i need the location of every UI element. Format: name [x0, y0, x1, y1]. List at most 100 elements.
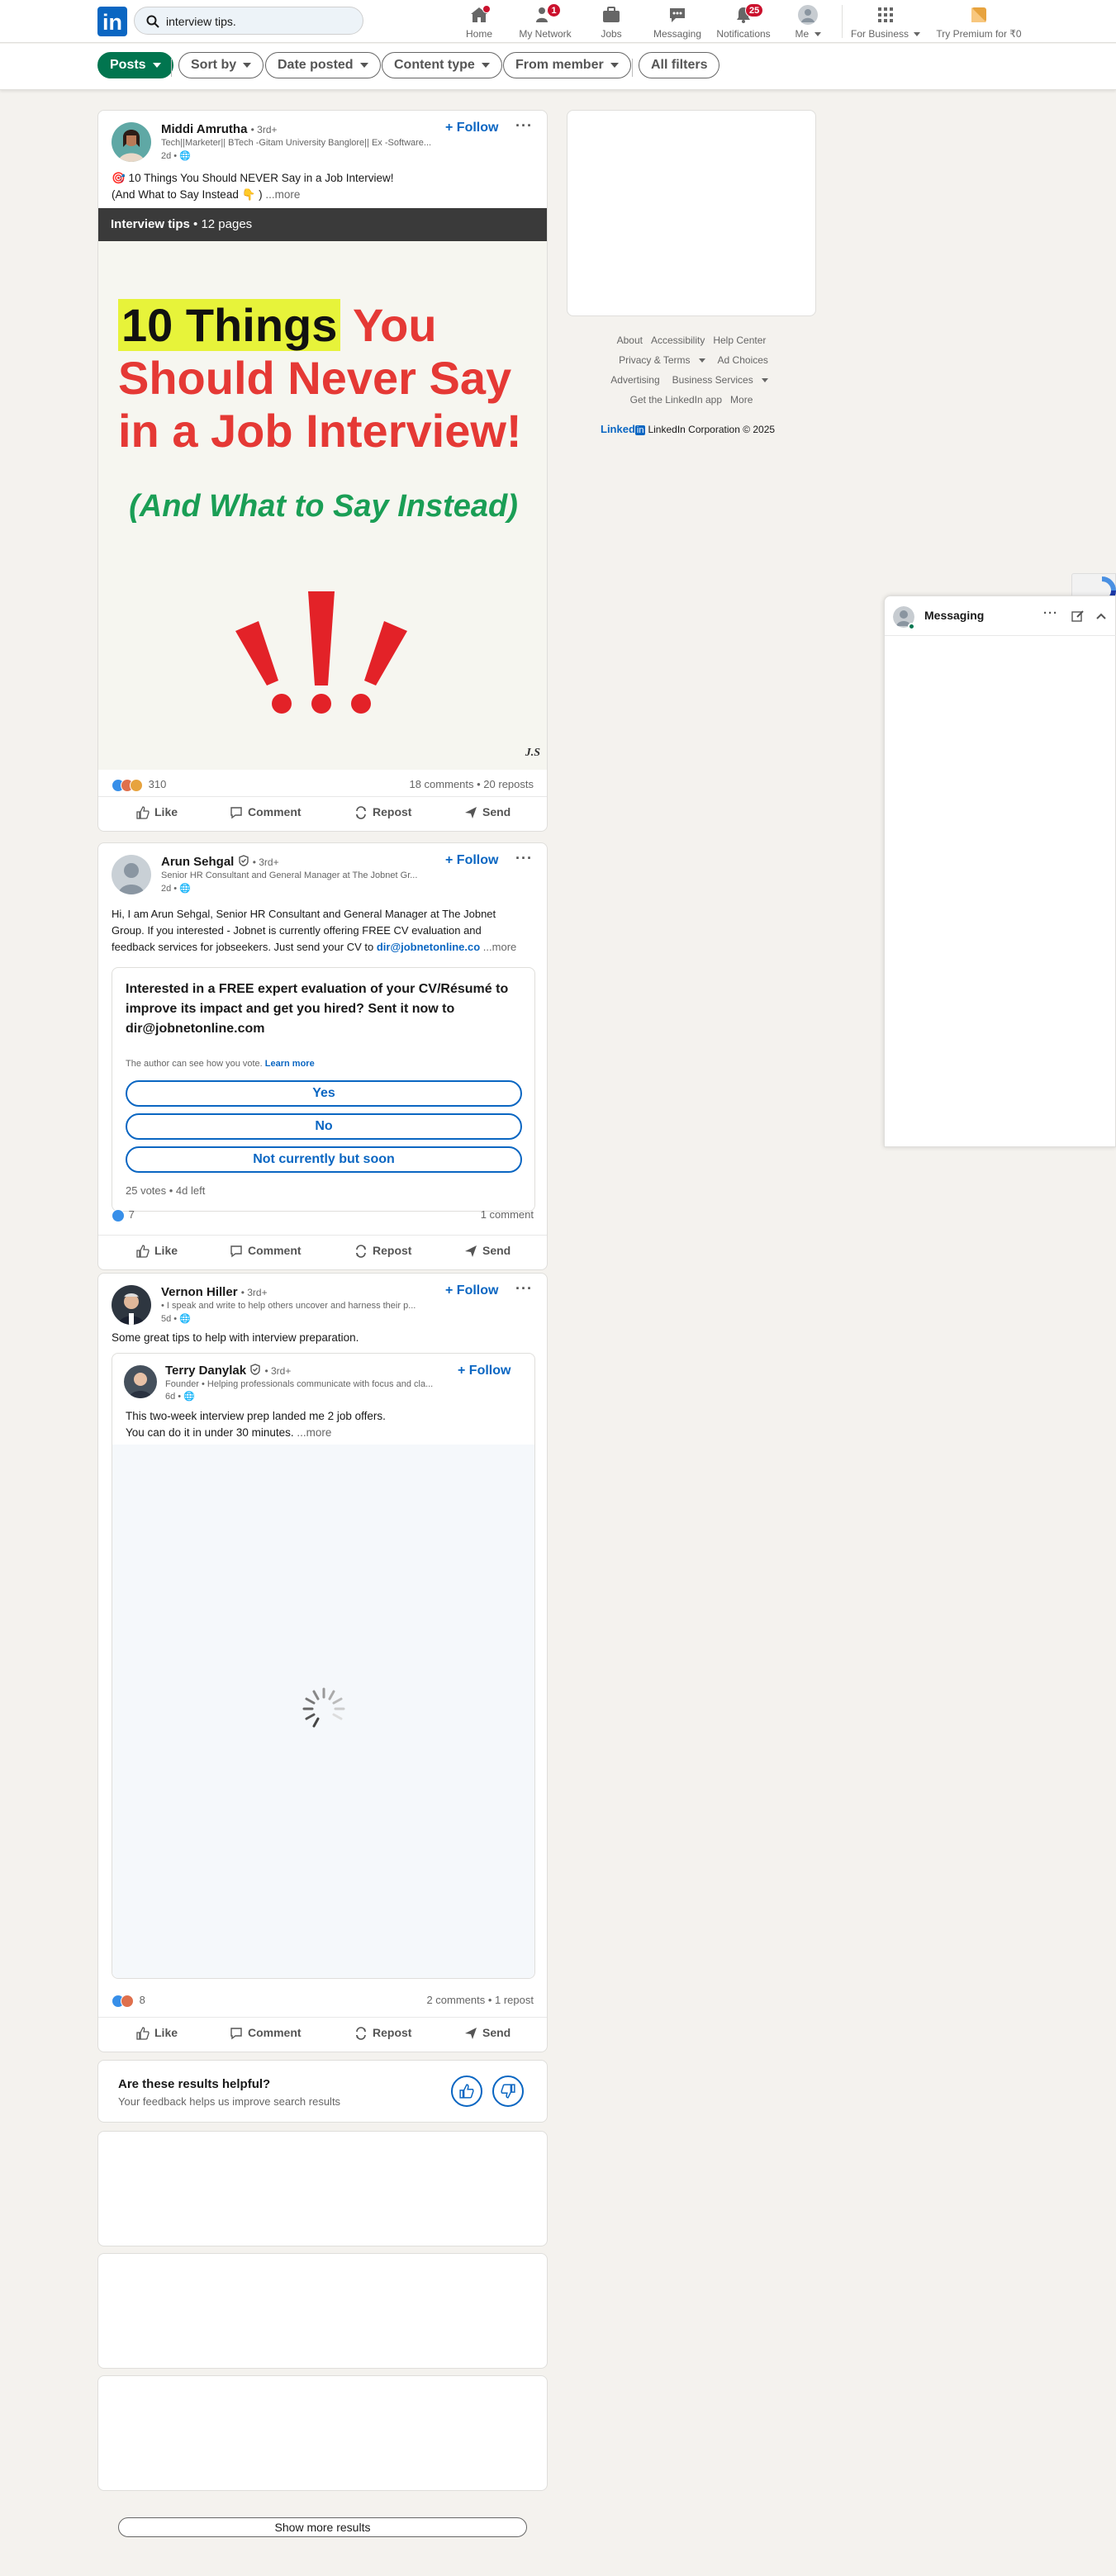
nav-for-business[interactable]: For Business	[851, 3, 921, 40]
repost-button[interactable]: Repost	[354, 805, 411, 820]
author-avatar[interactable]	[112, 1285, 151, 1325]
see-more-link[interactable]: ...more	[265, 188, 300, 201]
footer-link[interactable]: Help Center	[713, 334, 766, 346]
filter-all-filters[interactable]: All filters	[639, 52, 720, 78]
follow-button[interactable]: + Follow	[445, 121, 498, 135]
poll-option[interactable]: Yes	[126, 1080, 522, 1107]
connection-degree: • 3rd+	[250, 124, 278, 135]
reaction-count[interactable]: 310	[149, 778, 167, 790]
reshared-post[interactable]: Terry Danylak • 3rd+ Founder • Helping p…	[112, 1353, 535, 1979]
nav-messaging[interactable]: Messaging	[653, 3, 702, 40]
more-options-icon[interactable]: ···	[515, 1280, 533, 1297]
send-button[interactable]: Send	[464, 805, 511, 819]
chevron-up-icon[interactable]	[1095, 610, 1108, 627]
author-name[interactable]: Arun Sehgal	[161, 855, 234, 869]
search-input[interactable]	[166, 12, 348, 31]
footer-link[interactable]: Business Services	[672, 374, 753, 386]
send-button[interactable]: Send	[464, 2026, 511, 2040]
document-slide[interactable]: 10 Things You Should Never Say in a Job …	[98, 241, 547, 770]
post-text-line: 🎯 10 Things You Should NEVER Say in a Jo…	[112, 172, 394, 184]
post-card: Vernon Hiller • 3rd+ • I speak and write…	[97, 1273, 548, 2052]
more-options-icon[interactable]: ···	[515, 850, 533, 867]
post-stats[interactable]: 1 comment	[481, 1208, 534, 1221]
comment-button[interactable]: Comment	[230, 2026, 302, 2040]
footer-link[interactable]: Privacy & Terms	[619, 354, 690, 366]
footer-link[interactable]: Advertising	[610, 374, 659, 386]
post-actions: Like Comment Repost Send	[98, 2017, 547, 2052]
footer-link[interactable]: About	[617, 334, 643, 346]
filter-sort-by[interactable]: Sort by	[178, 52, 264, 78]
connection-degree: • 3rd+	[240, 1287, 268, 1298]
chevron-down-icon	[481, 62, 490, 68]
love-reaction-icon	[121, 1994, 134, 2008]
post-stats[interactable]: 2 comments • 1 repost	[426, 1994, 534, 2006]
see-more-link[interactable]: ...more	[483, 941, 516, 953]
reaction-count[interactable]: 8	[140, 1994, 145, 2006]
comment-button[interactable]: Comment	[230, 805, 302, 819]
nav-my-network[interactable]: 1 My Network	[514, 3, 577, 40]
poll-question: Interested in a FREE expert evaluation o…	[126, 982, 509, 1036]
author-name[interactable]: Terry Danylak	[165, 1364, 246, 1378]
comment-button[interactable]: Comment	[230, 1244, 302, 1258]
compose-icon[interactable]	[1071, 610, 1085, 627]
footer-link[interactable]: Accessibility	[651, 334, 705, 346]
like-reaction-icon	[112, 1208, 125, 1222]
filter-posts[interactable]: Posts	[97, 52, 173, 78]
poll-option[interactable]: Not currently but soon	[126, 1146, 522, 1173]
repost-icon	[354, 2027, 368, 2041]
reaction-count[interactable]: 7	[129, 1208, 135, 1221]
repost-button[interactable]: Repost	[354, 2026, 411, 2041]
author-avatar[interactable]	[124, 1365, 157, 1398]
follow-button[interactable]: + Follow	[458, 1364, 511, 1378]
follow-button[interactable]: + Follow	[445, 1283, 498, 1298]
nav-notifications[interactable]: 25 Notifications	[715, 3, 772, 40]
poll-option[interactable]: No	[126, 1113, 522, 1140]
footer-link[interactable]: Get the LinkedIn app	[630, 394, 722, 406]
filter-date-posted[interactable]: Date posted	[265, 52, 381, 78]
chevron-down-icon	[152, 62, 161, 68]
filter-content-type[interactable]: Content type	[382, 52, 502, 78]
nav-jobs[interactable]: Jobs	[595, 3, 628, 40]
like-button[interactable]: Like	[136, 2026, 178, 2040]
author-name[interactable]: Vernon Hiller	[161, 1285, 238, 1299]
follow-button[interactable]: + Follow	[445, 853, 498, 868]
footer-link[interactable]: Ad Choices	[718, 354, 768, 366]
repost-button[interactable]: Repost	[354, 1244, 411, 1259]
more-options-icon[interactable]: ···	[1043, 606, 1058, 620]
see-more-link[interactable]: ...more	[297, 1426, 331, 1439]
comment-icon	[230, 806, 243, 819]
like-button[interactable]: Like	[136, 805, 178, 819]
author-avatar[interactable]	[112, 122, 151, 162]
thumbs-down-button[interactable]	[492, 2076, 524, 2107]
top-nav: in Home 1 My Network Jobs Messaging	[0, 0, 1116, 43]
exclamation-marks-icon	[230, 588, 412, 724]
filter-from-member[interactable]: From member	[503, 52, 631, 78]
thumbs-up-button[interactable]	[451, 2076, 482, 2107]
media-placeholder[interactable]	[112, 1445, 534, 1978]
search-box[interactable]	[134, 7, 363, 35]
nav-home[interactable]: Home	[463, 3, 496, 40]
linkedin-logo[interactable]: in	[97, 7, 127, 36]
like-button[interactable]: Like	[136, 1244, 178, 1258]
thumbs-down-icon	[501, 2084, 515, 2099]
author-avatar[interactable]	[112, 855, 151, 894]
nav-label: Me	[795, 28, 810, 40]
nav-me[interactable]: Me	[793, 3, 823, 40]
nav-premium[interactable]: Try Premium for ₹0	[933, 3, 1024, 40]
learn-more-link[interactable]: Learn more	[265, 1059, 315, 1069]
globe-icon: 🌐	[179, 151, 191, 161]
send-icon	[464, 2027, 477, 2040]
email-link[interactable]: dir@jobnetonline.co	[377, 941, 480, 953]
more-options-icon[interactable]: ···	[515, 117, 533, 135]
author-name[interactable]: Middi Amrutha	[161, 122, 247, 136]
show-more-results-button[interactable]: Show more results	[118, 2517, 527, 2537]
send-button[interactable]: Send	[464, 1244, 511, 1258]
footer-link[interactable]: More	[730, 394, 753, 406]
nav-label: For Business	[851, 28, 909, 40]
verified-icon	[238, 855, 249, 870]
feedback-subtitle: Your feedback helps us improve search re…	[118, 2095, 341, 2108]
messaging-header[interactable]: Messaging ···	[885, 596, 1116, 636]
loading-spinner-icon	[299, 1684, 349, 1738]
post-stats[interactable]: 18 comments • 20 reposts	[409, 778, 534, 790]
repost-icon	[354, 1245, 368, 1259]
